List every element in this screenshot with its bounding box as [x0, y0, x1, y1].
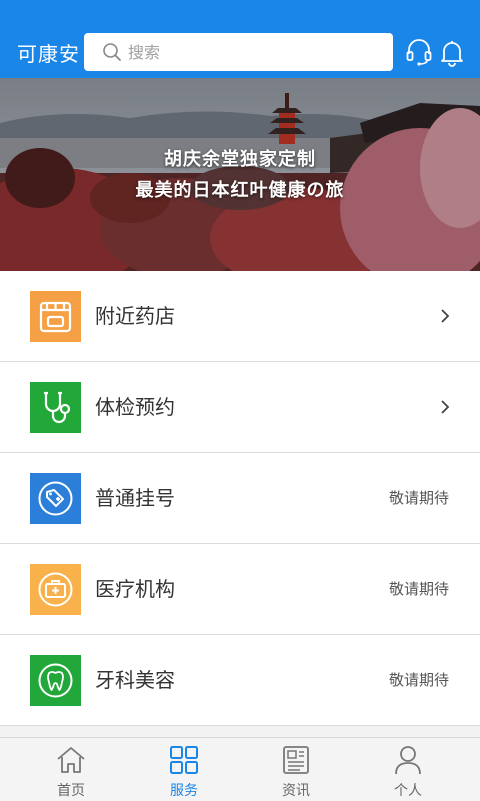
- bell-icon[interactable]: [437, 37, 467, 67]
- pharmacy-store-icon: [30, 291, 81, 342]
- tab-label: 首页: [57, 783, 85, 799]
- tag-cross-icon: [30, 473, 81, 524]
- chevron-right-icon: [441, 309, 450, 323]
- banner-headline: 胡庆余堂独家定制: [164, 149, 316, 170]
- tooth-icon: [30, 655, 81, 706]
- tab-label: 资讯: [282, 783, 310, 799]
- promo-banner[interactable]: 胡庆余堂独家定制 最美的日本红叶健康の旅: [0, 78, 480, 271]
- search-box[interactable]: [84, 33, 393, 71]
- coming-soon-label: 敬请期待: [388, 489, 449, 507]
- top-bar: 可康安: [0, 0, 480, 78]
- service-list: 附近药店 体检预约 普通挂号 敬请期待 医疗机构 敬请期待 牙科美容 敬请期待: [0, 271, 480, 726]
- service-nearby-pharmacy[interactable]: 附近药店: [0, 271, 480, 362]
- tab-label: 个人: [394, 783, 422, 799]
- news-icon: [283, 746, 309, 774]
- service-dental-beauty[interactable]: 牙科美容 敬请期待: [0, 635, 480, 726]
- tab-label: 服务: [170, 783, 198, 799]
- app-title: 可康安: [17, 42, 80, 66]
- search-icon: [103, 43, 121, 61]
- service-label: 牙科美容: [95, 668, 175, 692]
- service-registration[interactable]: 普通挂号 敬请期待: [0, 453, 480, 544]
- person-icon: [395, 746, 421, 775]
- headset-icon[interactable]: [404, 37, 434, 67]
- search-input[interactable]: [128, 40, 378, 64]
- stethoscope-icon: [30, 382, 81, 433]
- service-label: 体检预约: [95, 395, 175, 419]
- tab-news[interactable]: 资讯: [236, 738, 356, 801]
- tab-home[interactable]: 首页: [11, 738, 131, 801]
- banner-image: [0, 78, 480, 271]
- tab-profile[interactable]: 个人: [348, 738, 468, 801]
- coming-soon-label: 敬请期待: [388, 580, 449, 598]
- service-label: 附近药店: [95, 304, 175, 328]
- chevron-right-icon: [441, 400, 450, 414]
- medical-kit-icon: [30, 564, 81, 615]
- tab-services[interactable]: 服务: [124, 738, 244, 801]
- home-icon: [57, 747, 85, 773]
- service-label: 普通挂号: [95, 486, 175, 510]
- coming-soon-label: 敬请期待: [388, 671, 449, 689]
- service-checkup-booking[interactable]: 体检预约: [0, 362, 480, 453]
- bottom-tab-bar: 首页 服务 资讯 个人: [0, 737, 480, 801]
- service-medical-institutions[interactable]: 医疗机构 敬请期待: [0, 544, 480, 635]
- banner-subheadline: 最美的日本红叶健康の旅: [135, 180, 345, 201]
- grid-icon: [170, 746, 198, 774]
- service-label: 医疗机构: [95, 577, 175, 601]
